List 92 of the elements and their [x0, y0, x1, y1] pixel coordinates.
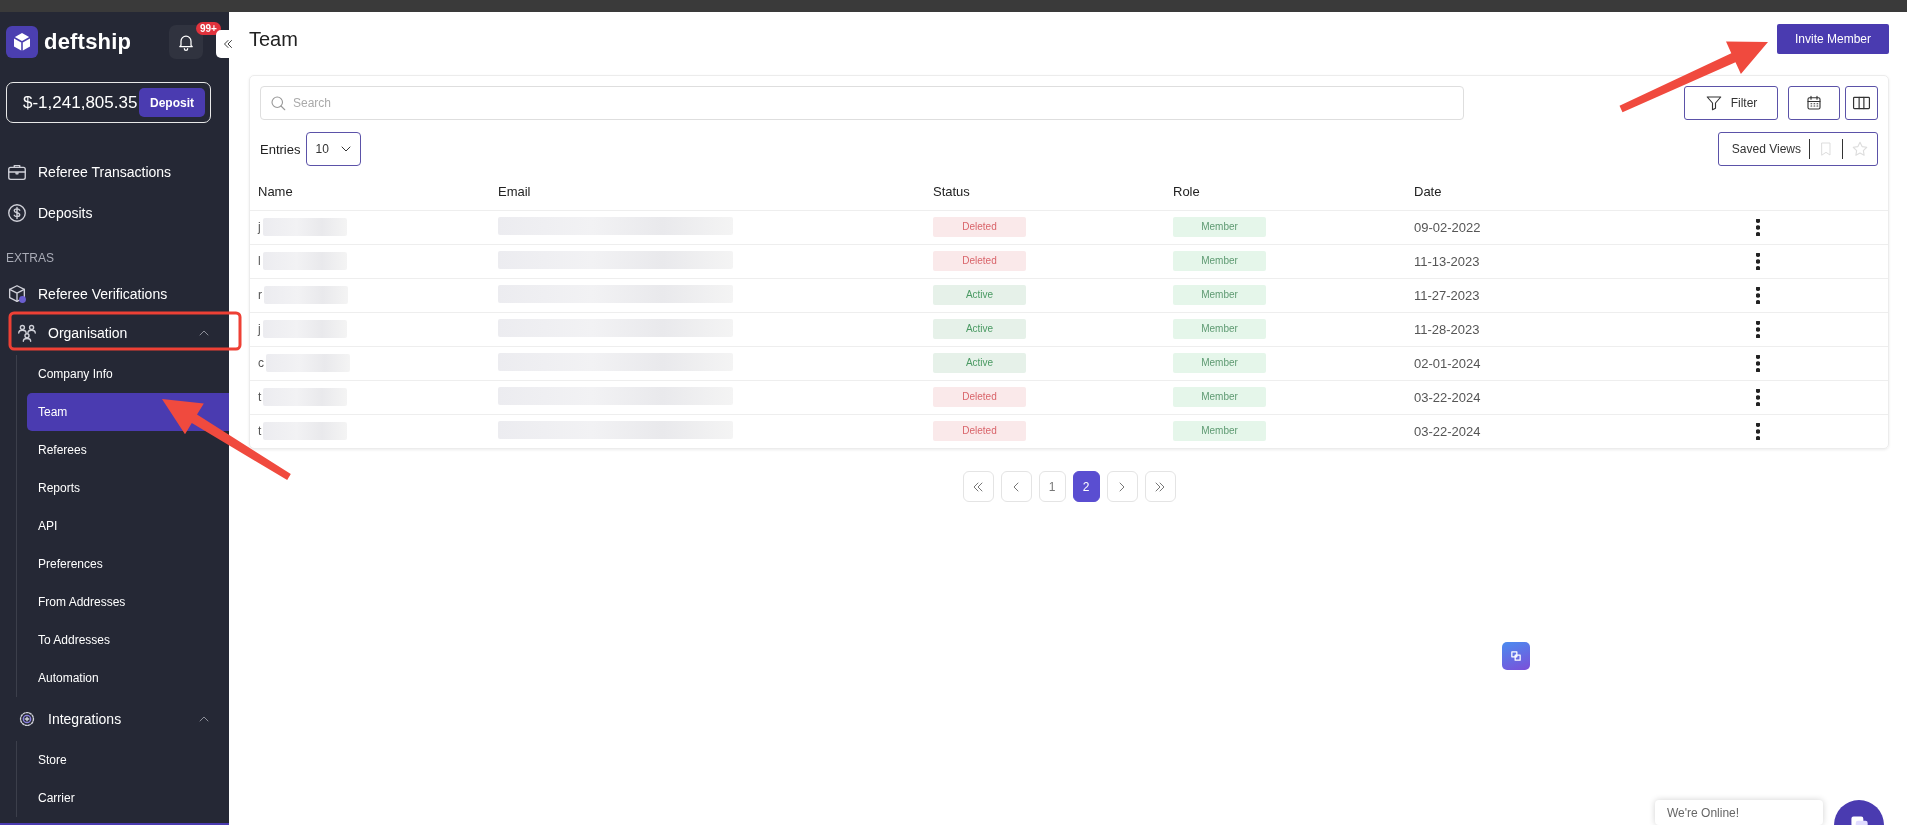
dollar-icon: [6, 201, 28, 224]
table-cell: 02-01-2024: [1414, 355, 1481, 371]
column-header: Email: [490, 174, 925, 210]
entries-label: Entries: [260, 141, 301, 157]
column-header: Role: [1165, 174, 1406, 210]
sidebar-item[interactable]: Referee Transactions: [0, 151, 229, 192]
table-cell: l: [258, 254, 261, 268]
submenu-item[interactable]: Reports: [27, 469, 229, 507]
section-label: EXTRAS: [5, 250, 55, 267]
star-icon: [1851, 140, 1869, 158]
more-button[interactable]: [1756, 388, 1760, 406]
role-badge: Member: [1173, 319, 1266, 339]
table-cell: t: [258, 424, 262, 439]
role-badge: Member: [1173, 217, 1266, 237]
package-icon: [6, 282, 28, 305]
kebab-icon: [1756, 354, 1760, 372]
role-badge: Member: [1173, 285, 1266, 305]
status-badge: Deleted: [933, 217, 1026, 237]
calendar-icon: [1805, 94, 1823, 112]
table-cell: 11-28-2023: [1414, 321, 1480, 337]
sidebar-item[interactable]: Referee Verifications: [0, 273, 229, 314]
kebab-icon: [1756, 252, 1760, 270]
submenu-item[interactable]: Company Info: [27, 355, 229, 393]
status-badge: Active: [933, 353, 1026, 373]
saved-views-control[interactable]: Saved Views: [1717, 132, 1878, 166]
table-cell: 03-22-2024: [1414, 423, 1481, 439]
submenu-item[interactable]: Automation: [27, 659, 229, 697]
page-button[interactable]: 1: [1038, 471, 1066, 502]
search-icon: [269, 94, 287, 112]
submenu-item[interactable]: API: [27, 507, 229, 545]
role-badge: Member: [1173, 353, 1266, 373]
submenu-item[interactable]: From Addresses: [27, 583, 229, 621]
role-badge: Member: [1173, 251, 1266, 271]
invite-member-button[interactable]: Invite Member: [1776, 23, 1889, 54]
chat-button[interactable]: [1834, 800, 1884, 825]
balance-amount: $-1,241,805.35: [23, 92, 138, 113]
page-title: Team: [249, 28, 298, 52]
status-badge: Active: [933, 285, 1026, 305]
role-badge: Member: [1173, 421, 1266, 442]
submenu-item[interactable]: Store: [27, 741, 229, 779]
search-field[interactable]: Search: [260, 86, 1464, 120]
columns-button[interactable]: [1845, 86, 1878, 120]
more-button[interactable]: [1756, 218, 1760, 236]
kebab-icon: [1756, 422, 1760, 440]
kebab-icon: [1756, 218, 1760, 236]
status-badge: Deleted: [933, 251, 1026, 271]
filter-button[interactable]: Filter: [1684, 86, 1778, 120]
sidebar-item[interactable]: Deposits: [0, 192, 229, 233]
table-cell: t: [258, 390, 262, 404]
funnel-icon: [1704, 94, 1723, 112]
logo-icon: [6, 26, 38, 58]
table-cell: j: [258, 322, 261, 336]
deposit-button[interactable]: Deposit: [139, 88, 205, 117]
more-button[interactable]: [1756, 320, 1760, 338]
page-button[interactable]: 2: [1072, 471, 1100, 502]
table-cell: r: [258, 288, 262, 302]
column-header: Status: [925, 174, 1165, 210]
kebab-icon: [1756, 286, 1760, 304]
calendar-button[interactable]: [1788, 86, 1840, 120]
submenu-item[interactable]: Referees: [27, 431, 229, 469]
status-badge: Deleted: [933, 387, 1026, 407]
table-cell: 09-02-2022: [1414, 219, 1481, 235]
entries-select[interactable]: 10: [306, 132, 362, 166]
double-chevron-left-icon: [221, 37, 235, 51]
table-cell: 03-22-2024: [1414, 389, 1481, 405]
kebab-icon: [1756, 320, 1760, 338]
more-button[interactable]: [1756, 252, 1760, 270]
submenu-item[interactable]: To Addresses: [27, 621, 229, 659]
column-header: Name: [250, 174, 490, 210]
people-icon: [16, 322, 38, 344]
bookmark-icon: [1818, 141, 1834, 157]
submenu-item[interactable]: Carrier: [27, 779, 229, 817]
chat-message: We're Online!: [1655, 800, 1823, 825]
table-cell: 11-27-2023: [1414, 287, 1480, 303]
more-button[interactable]: [1756, 422, 1760, 440]
more-button[interactable]: [1756, 286, 1760, 304]
table-cell: c: [258, 356, 264, 370]
kebab-icon: [1756, 388, 1760, 406]
status-badge: Active: [933, 319, 1026, 339]
notification-badge: 99+: [196, 22, 221, 35]
sidebar-group[interactable]: Integrations: [0, 700, 229, 738]
sidebar-group[interactable]: Organisation: [0, 314, 229, 352]
more-button[interactable]: [1756, 354, 1760, 372]
table-cell: j: [258, 220, 261, 234]
saved-views-label: Saved Views: [1731, 142, 1801, 156]
table-cell: 11-13-2023: [1414, 253, 1480, 269]
logo-text: deftship: [44, 29, 132, 55]
app-launcher-button[interactable]: [1502, 642, 1530, 670]
column-header: Date: [1406, 174, 1748, 210]
role-badge: Member: [1173, 387, 1266, 407]
status-badge: Deleted: [933, 421, 1026, 442]
submenu-item[interactable]: Preferences: [27, 545, 229, 583]
